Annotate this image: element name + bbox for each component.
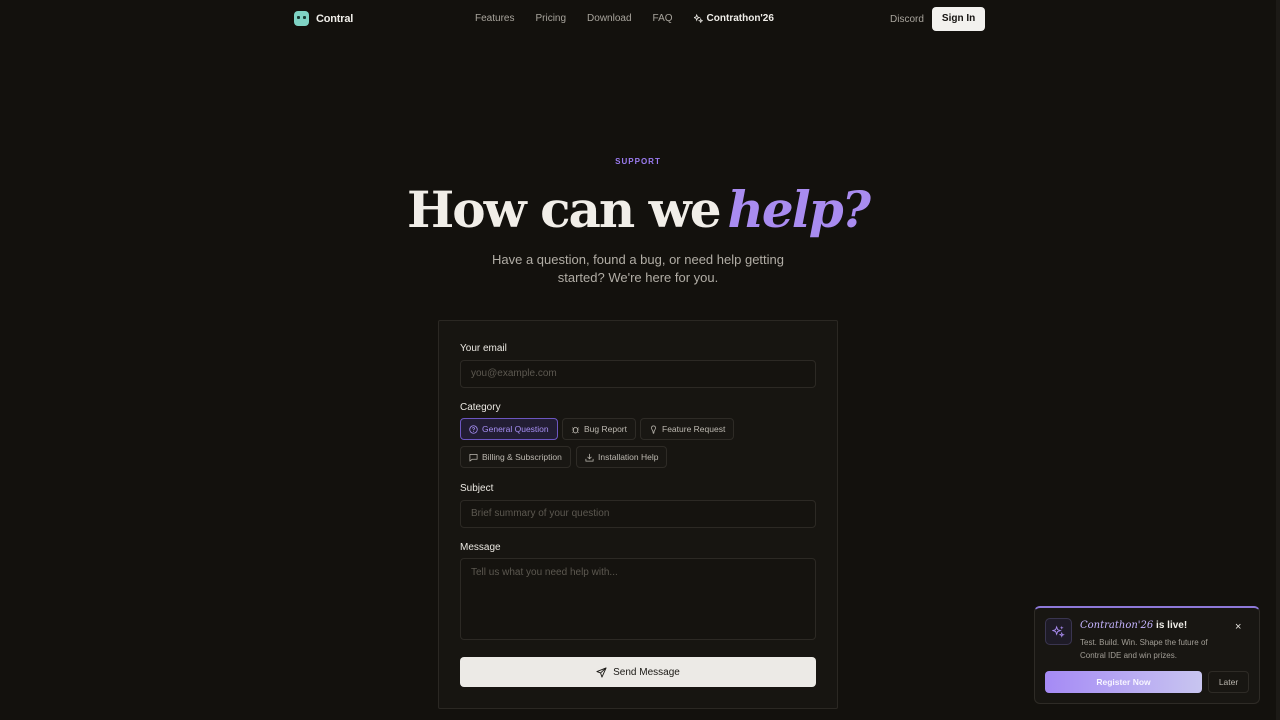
later-button[interactable]: Later (1208, 671, 1249, 693)
category-installation-help[interactable]: Installation Help (576, 446, 668, 468)
page-title: How can we help? (0, 180, 1276, 239)
nav-link-contrathon-label: Contrathon'26 (706, 13, 774, 24)
category-label-text: General Question (482, 424, 549, 434)
brand[interactable]: Contral (294, 11, 353, 26)
category-label-text: Feature Request (662, 424, 726, 434)
page-scrollbar[interactable] (1276, 0, 1280, 720)
subject-label: Subject (460, 483, 494, 494)
category-label-text: Installation Help (598, 452, 659, 462)
lightbulb-icon (651, 425, 656, 434)
bug-icon (571, 426, 580, 433)
discord-link[interactable]: Discord (890, 14, 924, 25)
contral-logo-icon (294, 11, 309, 26)
category-feature-request[interactable]: Feature Request (640, 418, 735, 440)
section-eyebrow: SUPPORT (615, 157, 661, 166)
nav-link-download[interactable]: Download (587, 13, 631, 24)
nav-link-features[interactable]: Features (475, 13, 514, 24)
send-icon (596, 666, 607, 678)
nav-link-contrathon[interactable]: Contrathon'26 (693, 13, 774, 24)
brand-name: Contral (316, 12, 354, 25)
download-icon (585, 453, 594, 461)
close-icon[interactable]: × (1235, 621, 1241, 633)
message-textarea[interactable]: Tell us what you need help with... (460, 558, 816, 640)
page-title-accent: help? (727, 180, 871, 239)
email-label: Your email (460, 343, 507, 354)
page-title-main: How can we (407, 180, 721, 239)
message-label: Message (460, 542, 501, 553)
nav-link-faq[interactable]: FAQ (653, 13, 673, 24)
category-label-text: Bug Report (584, 424, 627, 434)
send-message-label: Send Message (613, 666, 680, 678)
top-nav: Contral Features Pricing Download FAQ Co… (0, 0, 1280, 38)
email-field[interactable]: you@example.com (460, 360, 816, 388)
category-label: Category (460, 402, 501, 413)
register-now-button[interactable]: Register Now (1045, 671, 1202, 693)
contrathon-toast: Contrathon'26 is live! Test. Build. Win.… (1034, 606, 1260, 704)
question-circle-icon (469, 424, 478, 434)
support-form: Your email you@example.com Category Gene… (438, 320, 838, 709)
subject-field[interactable]: Brief summary of your question (460, 500, 816, 528)
category-billing-subscription[interactable]: Billing & Subscription (460, 446, 571, 468)
nav-link-pricing[interactable]: Pricing (535, 13, 566, 24)
send-message-button[interactable]: Send Message (460, 657, 816, 687)
nav-right: Discord Sign In (890, 7, 986, 31)
sparkle-icon (693, 14, 703, 23)
page-subtitle: Have a question, found a bug, or need he… (492, 252, 784, 285)
category-general-question[interactable]: General Question (460, 418, 558, 440)
message-square-icon (469, 453, 478, 461)
toast-title: Contrathon'26 is live! (1080, 620, 1187, 631)
sign-in-button[interactable]: Sign In (931, 7, 986, 31)
nav-links: Features Pricing Download FAQ Contrathon… (475, 13, 774, 24)
toast-text: Test. Build. Win. Shape the future of Co… (1080, 638, 1208, 660)
category-bug-report[interactable]: Bug Report (562, 418, 636, 440)
toast-title-accent: Contrathon'26 (1080, 620, 1154, 631)
category-label-text: Billing & Subscription (482, 452, 562, 462)
sparkles-icon (1045, 618, 1072, 645)
toast-title-rest: is live! (1153, 620, 1188, 631)
